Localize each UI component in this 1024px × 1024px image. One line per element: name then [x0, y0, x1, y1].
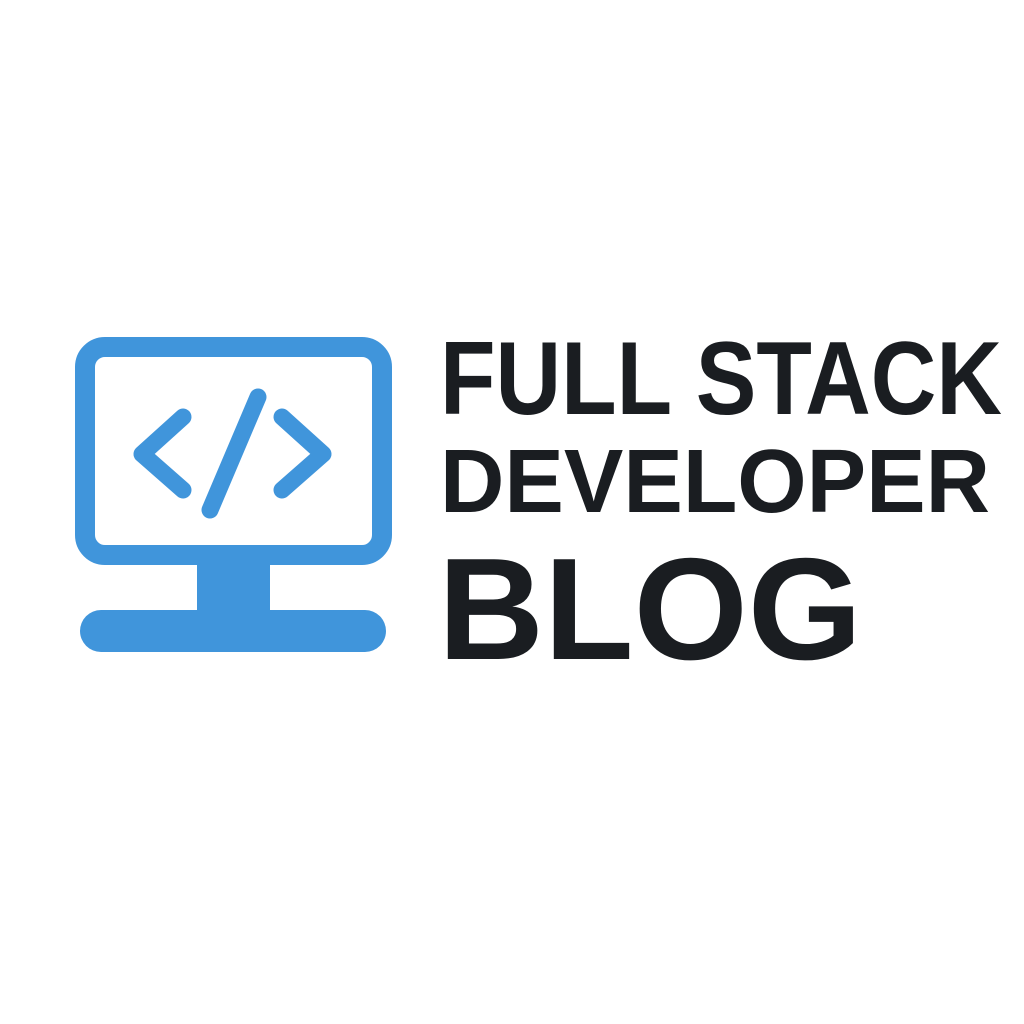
- wordmark-line-1: FULL STACK: [440, 321, 1002, 437]
- less-than-bracket: [133, 408, 192, 499]
- wordmark-line-3: BLOG: [438, 528, 862, 690]
- slash: [201, 388, 267, 519]
- greater-than-bracket: [273, 408, 332, 499]
- monitor-neck: [197, 562, 270, 614]
- monitor-code-icon: [75, 337, 392, 652]
- monitor-base: [80, 610, 386, 652]
- logo: FULL STACK DEVELOPER BLOG: [75, 321, 1002, 690]
- code-brackets-icon: [133, 388, 332, 519]
- wordmark-line-2: DEVELOPER: [440, 432, 990, 532]
